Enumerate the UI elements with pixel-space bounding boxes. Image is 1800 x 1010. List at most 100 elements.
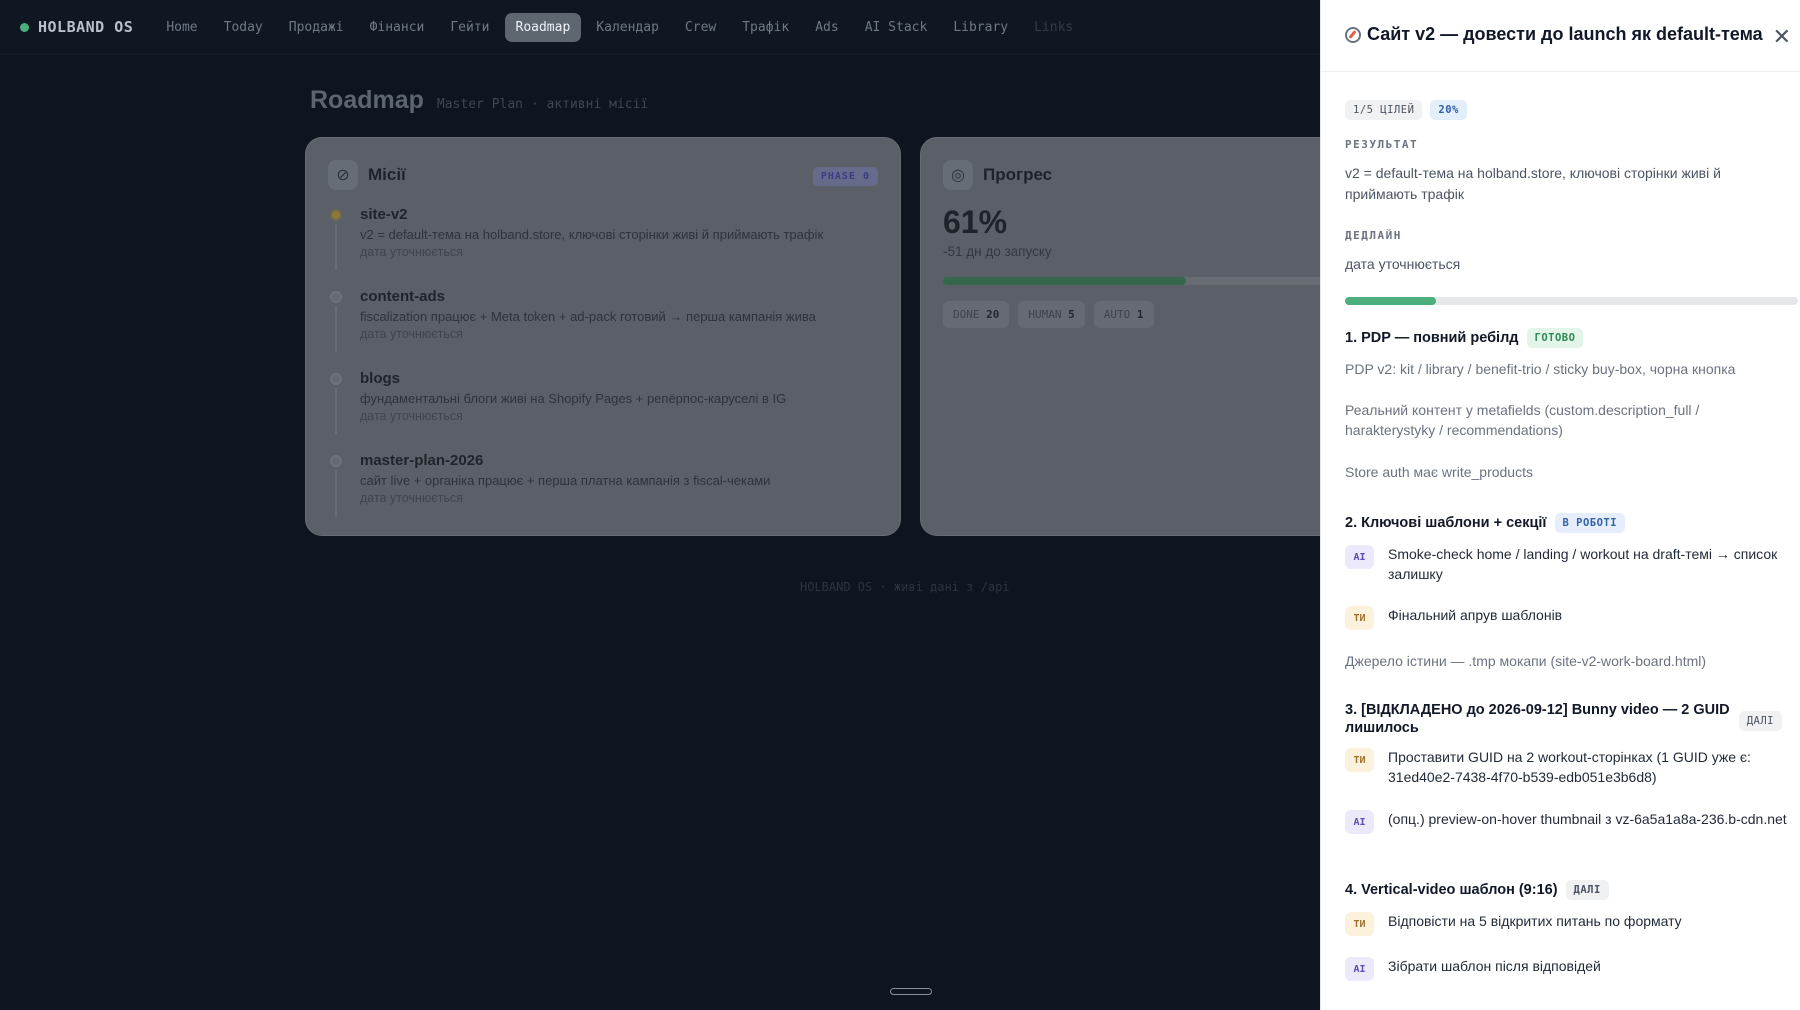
compass-icon [1345, 26, 1361, 43]
mission-timeline-line [335, 470, 337, 516]
goal-item: PDP v2: kit / library / benefit-trio / s… [1345, 361, 1736, 377]
nav-crew[interactable]: Crew [674, 13, 727, 42]
phase-badge: PHASE 0 [812, 167, 878, 186]
status-badge: В РОБОТІ [1554, 513, 1626, 533]
task-text: Зібрати шаблон після відповідей [1388, 958, 1601, 974]
goal-title[interactable]: 2. Ключові шаблони + секції В РОБОТІ [1345, 513, 1626, 533]
nav-library[interactable]: Library [942, 13, 1019, 42]
stat-value: 20 [986, 308, 1000, 321]
task-item[interactable]: AI Smoke-check home / landing / workout … [1345, 544, 1795, 585]
goal-title[interactable]: 4. Vertical-video шаблон (9:16) ДАЛІ [1345, 880, 1609, 900]
task-item[interactable]: AI Зібрати шаблон після відповідей [1345, 956, 1795, 981]
goal-title[interactable]: 3. [ВІДКЛАДЕНО до 2026-09-12] Bunny vide… [1345, 702, 1745, 737]
nav-today[interactable]: Today [213, 13, 274, 42]
drawer-title: Сайт v2 — довести до launch як default-т… [1345, 24, 1763, 45]
assignee-badge: ТИ [1345, 606, 1374, 630]
home-indicator [890, 988, 932, 995]
stat-done: DONE 20 [943, 301, 1010, 328]
nav-home[interactable]: Home [155, 13, 208, 42]
goal-item: Реальний контент у metafields (custom.de… [1345, 402, 1700, 439]
progress-countdown: -51 дн до запуску [943, 244, 1052, 259]
stat-label: HUMAN [1028, 308, 1062, 321]
mission-timeline-line [335, 388, 337, 434]
mission-item[interactable]: master-plan-2026 сайт live + органіка пр… [330, 452, 880, 516]
mission-description: fiscalization працює + Meta token + ad-p… [360, 309, 816, 324]
progress-bar [943, 277, 1341, 285]
progress-card-header: ◎ Прогрес [943, 160, 1052, 190]
main-nav: Home Today Продажі Фінанси Гейти Roadmap… [155, 12, 1084, 42]
mission-date: дата уточнюється [360, 245, 463, 259]
target-icon: ◎ [943, 160, 973, 190]
nav-ads[interactable]: Ads [804, 13, 849, 42]
mission-description: v2 = default-тема на holband.store, ключ… [360, 227, 824, 242]
task-item[interactable]: ТИ Фінальний апрув шаблонів [1345, 605, 1795, 630]
mission-name: content-ads [360, 288, 446, 305]
mission-status-dot-icon [330, 455, 342, 467]
mission-detail-drawer: Сайт v2 — довести до launch як default-т… [1320, 0, 1800, 1010]
stat-label: DONE [953, 308, 980, 321]
missions-card-header: ⊘ Місії [328, 160, 406, 190]
goals-count-badge: 1/5 ЦІЛЕЙ [1345, 100, 1423, 120]
task-item[interactable]: AI (опц.) preview-on-hover thumbnail з v… [1345, 809, 1795, 834]
mission-description: сайт live + органіка працює + перша плат… [360, 473, 771, 488]
nav-links[interactable]: Links [1023, 13, 1084, 42]
task-text: Проставити GUID на 2 workout-сторінках (… [1388, 749, 1751, 786]
status-badge: ДАЛІ [1738, 711, 1782, 731]
mission-timeline-line [335, 224, 337, 270]
nav-ai-stack[interactable]: AI Stack [854, 13, 939, 42]
mission-item[interactable]: site-v2 v2 = default-тема на holband.sto… [330, 206, 880, 270]
progress-card-title: Прогрес [983, 165, 1053, 184]
progress-bar-fill [943, 277, 1186, 285]
footer-note: HOLBAND OS · живі дані з /api [800, 580, 1010, 594]
stat-auto: AUTO 1 [1093, 301, 1154, 328]
mission-item[interactable]: content-ads fiscalization працює + Meta … [330, 288, 880, 352]
stat-label: AUTO [1103, 308, 1131, 321]
progress-percent: 61% [943, 204, 1008, 240]
deadline-text: дата уточнюється [1345, 256, 1461, 272]
task-text: Відповісти на 5 відкритих питань по форм… [1388, 913, 1682, 929]
assignee-badge: ТИ [1345, 748, 1374, 772]
close-button[interactable]: ✕ [1773, 24, 1791, 50]
stat-value: 5 [1068, 308, 1075, 321]
result-label: РЕЗУЛЬТАТ [1345, 138, 1419, 151]
task-text: Фінальний апрув шаблонів [1388, 607, 1563, 623]
mission-status-dot-icon [330, 209, 342, 221]
assignee-badge: ТИ [1345, 912, 1374, 936]
nav-traffic[interactable]: Трафік [731, 13, 800, 42]
drawer-progress-fill [1345, 297, 1436, 305]
status-dot-icon [20, 22, 29, 32]
mission-date: дата уточнюється [360, 409, 463, 423]
goal-note: Джерело істини — .tmp мокапи (site-v2-wo… [1345, 653, 1707, 669]
compass-icon: ⊘ [328, 160, 358, 190]
status-badge: ГОТОВО [1526, 328, 1584, 348]
nav-sales[interactable]: Продажі [278, 13, 355, 42]
drawer-header: Сайт v2 — довести до launch як default-т… [1321, 0, 1800, 72]
drawer-title-text: Сайт v2 — довести до launch як default-т… [1367, 24, 1763, 44]
drawer-progress-bar [1345, 297, 1798, 305]
assignee-badge: AI [1345, 545, 1374, 569]
brand-name: HOLBAND OS [38, 18, 134, 36]
task-item[interactable]: ТИ Проставити GUID на 2 workout-сторінка… [1345, 747, 1795, 788]
page-header: Roadmap Master Plan · активні місії [310, 86, 648, 115]
percent-badge: 20% [1430, 100, 1467, 120]
goal-title[interactable]: 1. PDP — повний ребілд ГОТОВО [1345, 328, 1584, 348]
nav-calendar[interactable]: Календар [585, 13, 670, 42]
mission-item[interactable]: blogs фундаментальні блоги живі на Shopi… [330, 370, 880, 434]
assignee-badge: AI [1345, 810, 1374, 834]
missions-card: ⊘ Місії PHASE 0 site-v2 v2 = default-тем… [305, 137, 901, 536]
mission-timeline-line [335, 306, 337, 352]
nav-gates[interactable]: Гейти [439, 13, 500, 42]
mission-date: дата уточнюється [360, 327, 463, 341]
stat-value: 1 [1136, 308, 1144, 321]
task-text: (опц.) preview-on-hover thumbnail з vz-6… [1388, 811, 1787, 827]
drawer-badges: 1/5 ЦІЛЕЙ 20% [1345, 100, 1467, 120]
nav-finance[interactable]: Фінанси [359, 13, 436, 42]
missions-card-title: Місії [368, 165, 406, 184]
goal-title-text: 2. Ключові шаблони + секції [1345, 515, 1547, 531]
task-item[interactable]: ТИ Відповісти на 5 відкритих питань по ф… [1345, 911, 1795, 936]
nav-roadmap[interactable]: Roadmap [504, 12, 582, 42]
brand[interactable]: HOLBAND OS [20, 18, 133, 36]
task-text: Smoke-check home / landing / workout на … [1388, 546, 1778, 583]
page-title: Roadmap [310, 86, 424, 114]
goal-item: Store auth має write_products [1345, 464, 1533, 480]
